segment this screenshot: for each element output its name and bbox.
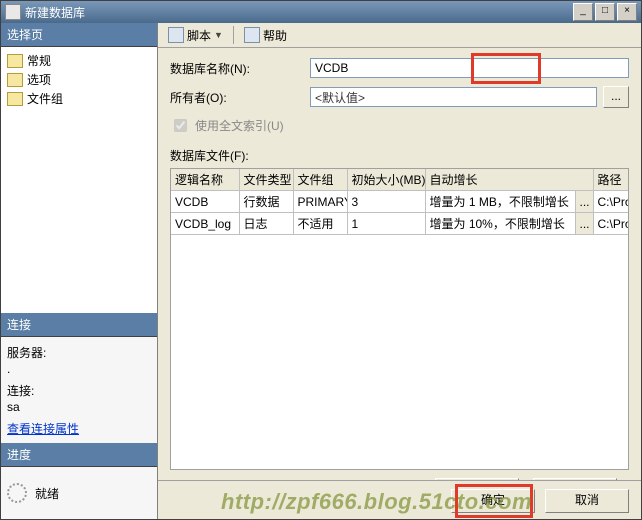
owner-input[interactable] (310, 87, 597, 107)
ok-button[interactable]: 确定 (451, 489, 535, 513)
toolbar: 脚本 ▼ 帮助 (158, 23, 641, 48)
col-grow[interactable]: 自动增长 (425, 169, 593, 191)
page-icon (7, 54, 23, 68)
page-icon (7, 92, 23, 106)
connection-panel: 服务器: . 连接: sa 查看连接属性 (1, 337, 157, 443)
progress-panel: 就绪 (1, 467, 157, 519)
cell-grow: 增量为 10%，不限制增长 (425, 213, 575, 235)
fulltext-label: 使用全文索引(U) (195, 117, 284, 134)
app-icon (5, 4, 21, 20)
cell-path[interactable]: C:\Program Files\Micr (593, 213, 629, 235)
page-general[interactable]: 常规 (5, 51, 153, 70)
help-button[interactable]: 帮助 (240, 27, 291, 44)
cell-ftype: 日志 (239, 213, 293, 235)
chevron-down-icon: ▼ (214, 30, 223, 40)
sidebar: 选择页 常规 选项 文件组 连接 服务器: . (1, 23, 158, 519)
fulltext-checkbox-input (174, 119, 187, 132)
main-panel: 脚本 ▼ 帮助 数据库名称(N): 所有者(O): (158, 23, 641, 519)
file-buttons: 添加(A) 删除(R) (170, 470, 629, 480)
col-size[interactable]: 初始大小(MB) (347, 169, 425, 191)
dialog-buttons: 确定 取消 (158, 480, 641, 519)
script-icon (168, 27, 184, 43)
server-label: 服务器: (7, 344, 151, 361)
cell-grow: 增量为 1 MB，不限制增长 (425, 191, 575, 213)
page-label: 选项 (27, 71, 51, 88)
col-ftype[interactable]: 文件类型 (239, 169, 293, 191)
cell-name[interactable]: VCDB (171, 191, 239, 213)
progress-header: 进度 (1, 443, 157, 467)
connection-header: 连接 (1, 313, 157, 337)
cell-fg: 不适用 (293, 213, 347, 235)
cancel-button[interactable]: 取消 (545, 489, 629, 513)
cell-ftype: 行数据 (239, 191, 293, 213)
files-table: 逻辑名称 文件类型 文件组 初始大小(MB) 自动增长 路径 VCDB (171, 169, 629, 235)
cell-size[interactable]: 3 (347, 191, 425, 213)
files-label: 数据库文件(F): (170, 147, 629, 164)
col-path[interactable]: 路径 (593, 169, 629, 191)
page-filegroups[interactable]: 文件组 (5, 89, 153, 108)
view-connection-properties[interactable]: 查看连接属性 (7, 422, 79, 436)
pages-panel: 常规 选项 文件组 (1, 47, 157, 313)
cell-size[interactable]: 1 (347, 213, 425, 235)
table-row[interactable]: VCDB_log 日志 不适用 1 增量为 10%，不限制增长 ... C:\P… (171, 213, 629, 235)
page-label: 常规 (27, 52, 51, 69)
fulltext-checkbox: 使用全文索引(U) (170, 116, 629, 135)
progress-status: 就绪 (35, 485, 59, 502)
db-name-input[interactable] (310, 58, 629, 78)
col-fg[interactable]: 文件组 (293, 169, 347, 191)
owner-label: 所有者(O): (170, 89, 310, 106)
db-name-label: 数据库名称(N): (170, 60, 310, 77)
progress-icon (7, 483, 27, 503)
script-label: 脚本 (187, 27, 211, 44)
table-row[interactable]: VCDB 行数据 PRIMARY 3 增量为 1 MB，不限制增长 ... C:… (171, 191, 629, 213)
conn-value: sa (7, 400, 151, 414)
script-button[interactable]: 脚本 ▼ (164, 27, 227, 44)
help-label: 帮助 (263, 27, 287, 44)
dialog-body: 选择页 常规 选项 文件组 连接 服务器: . (1, 23, 641, 519)
dialog-window: 新建数据库 _ □ × 选择页 常规 选项 文件组 连接 (0, 0, 642, 520)
content: 数据库名称(N): 所有者(O): ... 使用全文索引(U) 数据库文件(F)… (158, 48, 641, 480)
grow-edit-button[interactable]: ... (575, 213, 593, 235)
page-label: 文件组 (27, 90, 63, 107)
minimize-button[interactable]: _ (573, 3, 593, 21)
page-options[interactable]: 选项 (5, 70, 153, 89)
maximize-button[interactable]: □ (595, 3, 615, 21)
help-icon (244, 27, 260, 43)
page-icon (7, 73, 23, 87)
cell-fg: PRIMARY (293, 191, 347, 213)
owner-browse-button[interactable]: ... (603, 86, 629, 108)
pages-header: 选择页 (1, 23, 157, 47)
col-name[interactable]: 逻辑名称 (171, 169, 239, 191)
files-table-wrap[interactable]: 逻辑名称 文件类型 文件组 初始大小(MB) 自动增长 路径 VCDB (170, 168, 629, 470)
close-button[interactable]: × (617, 3, 637, 21)
grow-edit-button[interactable]: ... (575, 191, 593, 213)
conn-label: 连接: (7, 382, 151, 399)
toolbar-separator (233, 26, 234, 44)
window-title: 新建数据库 (25, 4, 571, 21)
cell-path[interactable]: C:\Program Files\Micr (593, 191, 629, 213)
cell-name[interactable]: VCDB_log (171, 213, 239, 235)
server-value: . (7, 362, 151, 376)
titlebar[interactable]: 新建数据库 _ □ × (1, 1, 641, 23)
